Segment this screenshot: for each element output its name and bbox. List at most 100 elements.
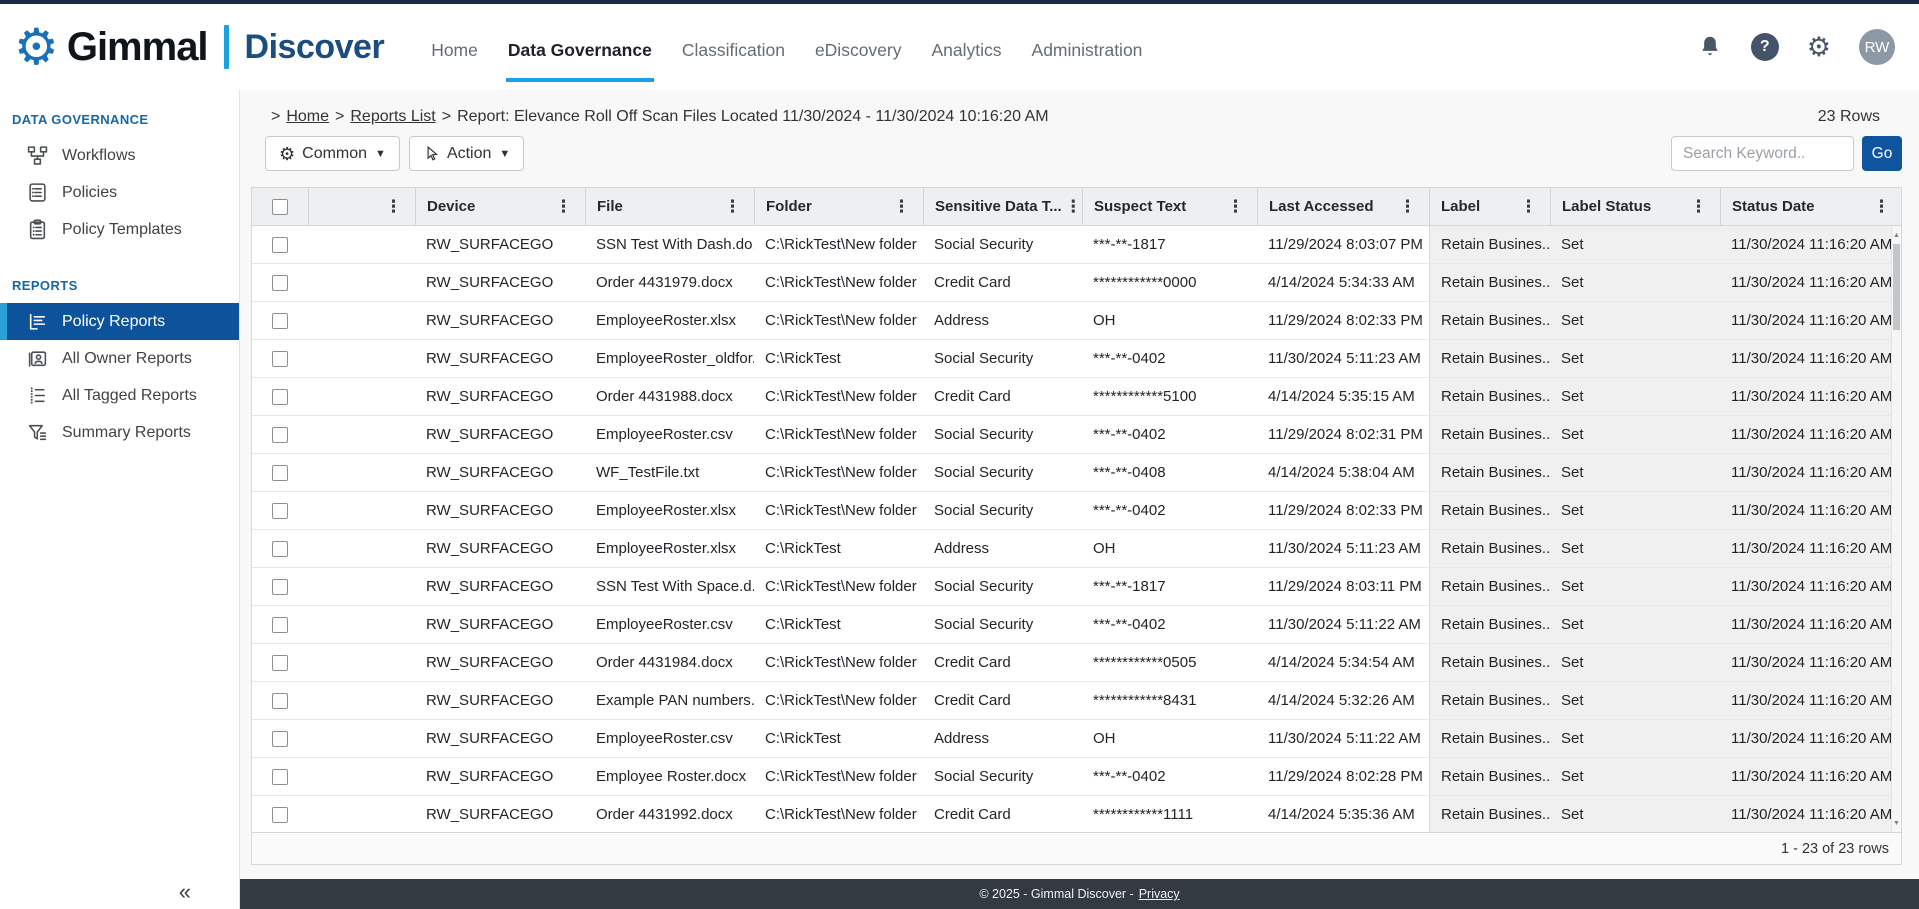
nav-tab-analytics[interactable]: Analytics [930, 22, 1004, 82]
column-header-folder[interactable]: Folder⋮ [754, 188, 923, 225]
row-checkbox[interactable] [272, 579, 288, 595]
row-command-cell [308, 796, 415, 832]
nav-tab-administration[interactable]: Administration [1030, 22, 1145, 82]
table-row[interactable]: RW_SURFACEGOEmployeeRoster.csvC:\RickTes… [252, 606, 1901, 644]
cell-suspect-text: ***-**-0402 [1082, 606, 1257, 643]
row-checkbox[interactable] [272, 237, 288, 253]
cell-device: RW_SURFACEGO [415, 378, 585, 415]
cell-last-accessed: 11/30/2024 5:11:23 AM [1257, 340, 1429, 377]
column-menu-icon[interactable]: ⋮ [1687, 197, 1710, 217]
search-input[interactable] [1671, 136, 1854, 171]
table-row[interactable]: RW_SURFACEGOSSN Test With Space.d...C:\R… [252, 568, 1901, 606]
settings-gear-icon[interactable]: ⚙ [1807, 34, 1831, 61]
column-header-label[interactable]: Label⋮ [1429, 188, 1550, 225]
sidebar-item-workflows[interactable]: Workflows [0, 137, 239, 174]
column-header-device[interactable]: Device⋮ [415, 188, 585, 225]
scroll-down-arrow-icon[interactable]: ▼ [1892, 816, 1901, 830]
row-checkbox[interactable] [272, 351, 288, 367]
go-button[interactable]: Go [1862, 136, 1902, 171]
cell-file: SSN Test With Space.d... [585, 568, 754, 605]
column-header-suspect-text[interactable]: Suspect Text⋮ [1082, 188, 1257, 225]
row-checkbox[interactable] [272, 617, 288, 633]
sidebar-item-summary-reports[interactable]: Summary Reports [0, 414, 239, 451]
cell-device: RW_SURFACEGO [415, 416, 585, 453]
sidebar-item-policy-reports[interactable]: Policy Reports [0, 303, 239, 340]
table-row[interactable]: RW_SURFACEGOOrder 4431988.docxC:\RickTes… [252, 378, 1901, 416]
row-checkbox[interactable] [272, 427, 288, 443]
column-header-status-date[interactable]: Status Date⋮ [1720, 188, 1903, 225]
cell-sensitive-data-type: Credit Card [923, 682, 1082, 719]
table-row[interactable]: RW_SURFACEGOSSN Test With Dash.do...C:\R… [252, 226, 1901, 264]
column-menu-icon[interactable]: ⋮ [1517, 197, 1540, 217]
row-checkbox[interactable] [272, 275, 288, 291]
row-checkbox[interactable] [272, 389, 288, 405]
table-row[interactable]: RW_SURFACEGOEmployeeRoster.csvC:\RickTes… [252, 720, 1901, 758]
column-menu-icon[interactable]: ⋮ [1224, 197, 1247, 217]
column-menu-icon[interactable]: ⋮ [1396, 197, 1419, 217]
table-row[interactable]: RW_SURFACEGOEmployee Roster.docxC:\RickT… [252, 758, 1901, 796]
scrollbar-thumb[interactable] [1893, 244, 1900, 330]
table-row[interactable]: RW_SURFACEGOWF_TestFile.txtC:\RickTest\N… [252, 454, 1901, 492]
common-menu-button[interactable]: ⚙ Common ▼ [265, 136, 400, 171]
row-checkbox[interactable] [272, 731, 288, 747]
column-header-label-status[interactable]: Label Status⋮ [1550, 188, 1720, 225]
column-menu-icon[interactable]: ⋮ [1062, 197, 1082, 217]
select-all-header-cell[interactable] [252, 188, 308, 225]
help-icon[interactable]: ? [1751, 33, 1779, 61]
row-checkbox[interactable] [272, 693, 288, 709]
column-header-file[interactable]: File⋮ [585, 188, 754, 225]
column-menu-icon[interactable]: ⋮ [1870, 197, 1893, 217]
table-row[interactable]: RW_SURFACEGOEmployeeRoster.csvC:\RickTes… [252, 416, 1901, 454]
brand-logo[interactable]: ⚙ Gimmal Discover [14, 22, 384, 72]
column-header-blank[interactable]: ⋮ [308, 188, 415, 225]
cell-folder: C:\RickTest\New folder [754, 264, 923, 301]
row-command-cell [308, 682, 415, 719]
row-checkbox[interactable] [272, 769, 288, 785]
column-menu-icon[interactable]: ⋮ [552, 197, 575, 217]
table-row[interactable]: RW_SURFACEGOEmployeeRoster.xlsxC:\RickTe… [252, 302, 1901, 340]
nav-tab-data-governance[interactable]: Data Governance [506, 22, 654, 82]
cell-device: RW_SURFACEGO [415, 302, 585, 339]
sidebar-item-label: Summary Reports [62, 424, 191, 442]
nav-tab-home[interactable]: Home [429, 22, 480, 82]
sidebar-item-all-tagged-reports[interactable]: All Tagged Reports [0, 377, 239, 414]
cell-file: EmployeeRoster.csv [585, 720, 754, 757]
vertical-scrollbar[interactable]: ▲ ▼ [1891, 226, 1901, 832]
gimmal-gear-logo-icon: ⚙ [14, 22, 59, 72]
bell-icon[interactable] [1697, 34, 1723, 60]
sidebar-item-all-owner-reports[interactable]: All Owner Reports [0, 340, 239, 377]
table-row[interactable]: RW_SURFACEGOEmployeeRoster.xlsxC:\RickTe… [252, 492, 1901, 530]
breadcrumb-link-reports-list[interactable]: Reports List [350, 108, 435, 125]
table-row[interactable]: RW_SURFACEGOOrder 4431992.docxC:\RickTes… [252, 796, 1901, 832]
column-header-sensitive-data-t[interactable]: Sensitive Data T...⋮ [923, 188, 1082, 225]
sidebar-item-policies[interactable]: Policies [0, 174, 239, 211]
brand-divider [224, 25, 229, 69]
nav-tab-classification[interactable]: Classification [680, 22, 787, 82]
table-row[interactable]: RW_SURFACEGOEmployeeRoster.xlsxC:\RickTe… [252, 530, 1901, 568]
column-menu-icon[interactable]: ⋮ [890, 197, 913, 217]
select-all-checkbox[interactable] [272, 199, 288, 215]
scroll-up-arrow-icon[interactable]: ▲ [1892, 228, 1901, 242]
row-checkbox[interactable] [272, 807, 288, 823]
column-menu-icon[interactable]: ⋮ [382, 197, 405, 217]
cell-label: Retain Busines... [1429, 606, 1550, 643]
column-header-last-accessed[interactable]: Last Accessed⋮ [1257, 188, 1429, 225]
row-checkbox[interactable] [272, 503, 288, 519]
row-checkbox[interactable] [272, 655, 288, 671]
table-row[interactable]: RW_SURFACEGOExample PAN numbers...C:\Ric… [252, 682, 1901, 720]
privacy-link[interactable]: Privacy [1139, 887, 1180, 901]
body-wrapper: DATA GOVERNANCEWorkflowsPoliciesPolicy T… [0, 90, 1919, 909]
column-menu-icon[interactable]: ⋮ [721, 197, 744, 217]
action-menu-button[interactable]: Action ▼ [409, 136, 524, 171]
table-row[interactable]: RW_SURFACEGOOrder 4431979.docxC:\RickTes… [252, 264, 1901, 302]
row-checkbox[interactable] [272, 465, 288, 481]
row-checkbox[interactable] [272, 541, 288, 557]
breadcrumb-link-home[interactable]: Home [286, 108, 329, 125]
nav-tab-ediscovery[interactable]: eDiscovery [813, 22, 904, 82]
table-row[interactable]: RW_SURFACEGOOrder 4431984.docxC:\RickTes… [252, 644, 1901, 682]
sidebar-item-policy-templates[interactable]: Policy Templates [0, 211, 239, 248]
sidebar-collapse-button[interactable]: « [179, 881, 191, 903]
row-checkbox[interactable] [272, 313, 288, 329]
user-avatar[interactable]: RW [1859, 29, 1895, 65]
table-row[interactable]: RW_SURFACEGOEmployeeRoster_oldfor...C:\R… [252, 340, 1901, 378]
